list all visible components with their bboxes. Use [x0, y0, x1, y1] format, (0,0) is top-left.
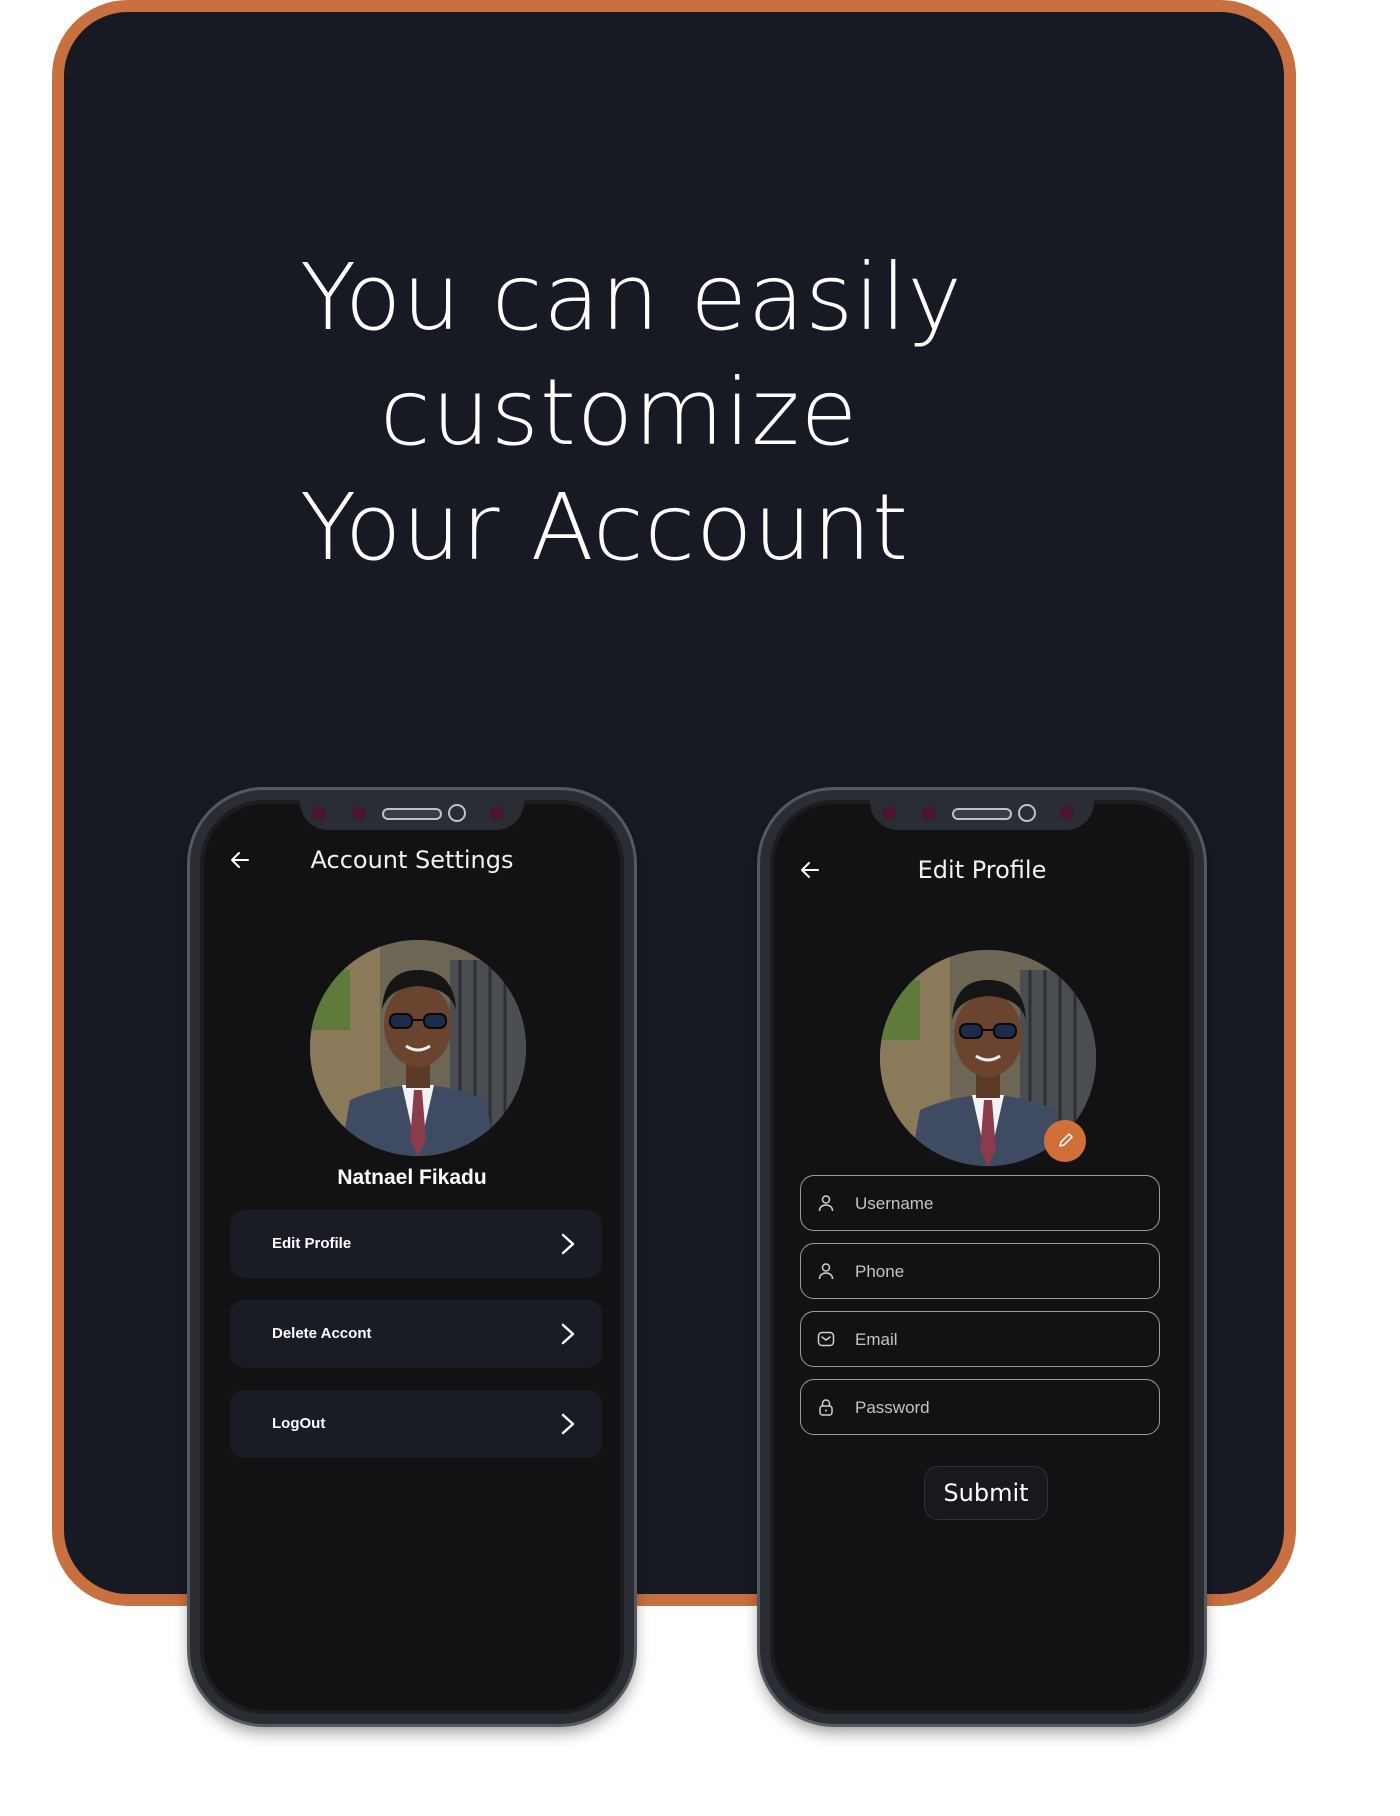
app-bar: Account Settings — [200, 840, 624, 880]
avatar — [310, 940, 526, 1156]
phone-notch — [870, 800, 1094, 830]
page-title: Account Settings — [310, 846, 514, 874]
headline-line-3: Your Account — [300, 474, 910, 581]
lock-icon — [819, 1399, 833, 1416]
menu-item-label: LogOut — [272, 1415, 326, 1432]
phone-field[interactable] — [800, 1243, 1160, 1300]
user-icon — [818, 1263, 834, 1280]
username-input[interactable] — [853, 1176, 1137, 1232]
submit-button[interactable]: Submit — [924, 1466, 1048, 1520]
phone-edit-profile: Edit Profile Username Phone Email Submit — [760, 790, 1204, 1724]
page-title: Edit Profile — [917, 856, 1047, 884]
password-field[interactable] — [800, 1379, 1160, 1436]
user-icon — [818, 1195, 834, 1212]
headline-line-2: customize — [380, 359, 859, 466]
email-input[interactable] — [853, 1312, 1137, 1368]
headline: You can easily customize Your Account — [300, 240, 1060, 585]
edit-avatar-button[interactable] — [1044, 1120, 1086, 1162]
phone-input[interactable] — [853, 1244, 1137, 1300]
phone-notch — [300, 800, 524, 830]
chevron-right-icon — [561, 1323, 575, 1345]
phone-account-settings: Account Settings Natnael Fikadu Edit Pro… — [190, 790, 634, 1724]
menu-item-delete-account[interactable]: Delete Accont — [230, 1300, 602, 1368]
mail-icon — [817, 1331, 835, 1347]
chevron-right-icon — [561, 1413, 575, 1435]
app-bar: Edit Profile — [770, 850, 1194, 890]
user-name: Natnael Fikadu — [337, 1166, 487, 1189]
menu-item-logout[interactable]: LogOut — [230, 1390, 602, 1458]
email-field[interactable] — [800, 1311, 1160, 1368]
pencil-icon — [1059, 1133, 1073, 1147]
username-field[interactable] — [800, 1175, 1160, 1232]
chevron-right-icon — [561, 1233, 575, 1255]
menu-item-label: Delete Accont — [272, 1325, 372, 1342]
menu-item-label: Edit Profile — [272, 1235, 352, 1252]
password-input[interactable] — [853, 1380, 1137, 1436]
menu-item-edit-profile[interactable]: Edit Profile — [230, 1210, 602, 1278]
headline-line-1: You can easily — [300, 244, 963, 351]
